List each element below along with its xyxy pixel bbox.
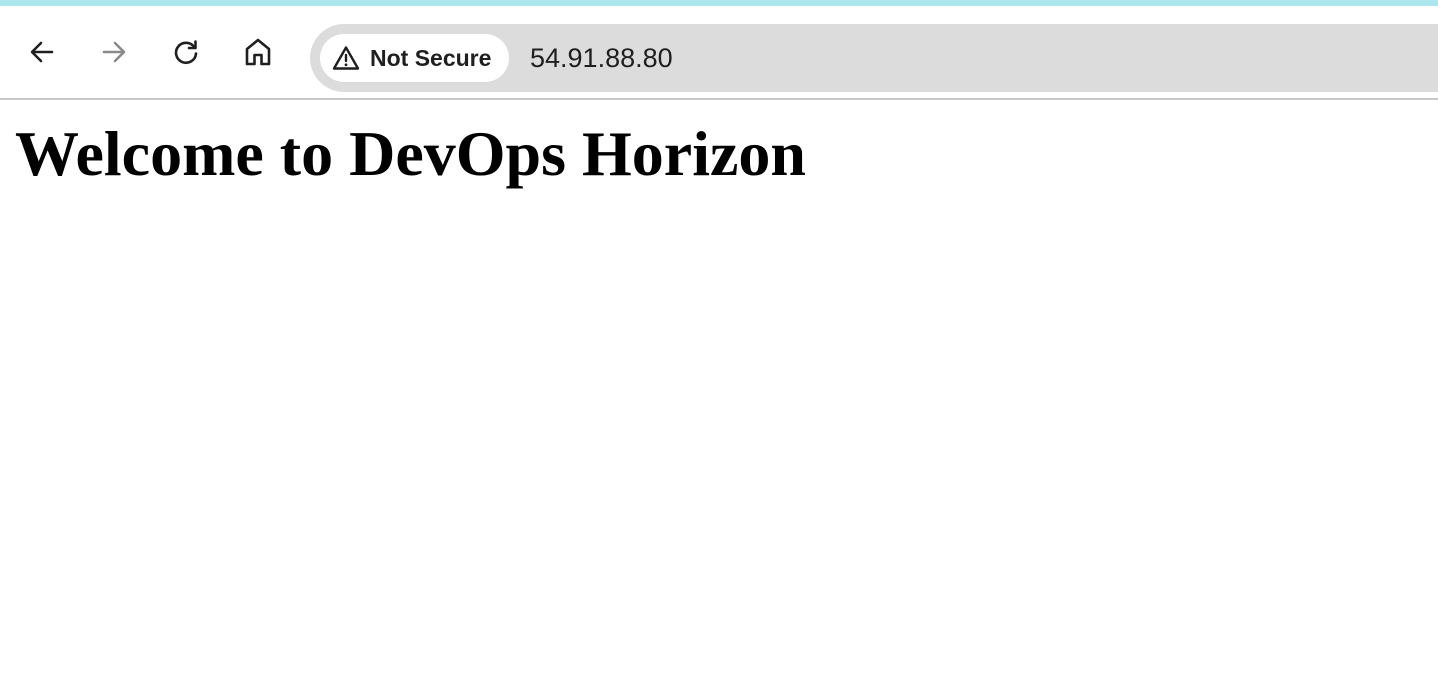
arrow-left-icon (30, 41, 54, 63)
forward-button[interactable] (94, 32, 134, 72)
reload-button[interactable] (166, 32, 206, 72)
address-bar[interactable]: Not Secure 54.91.88.80 (310, 24, 1438, 92)
home-icon (245, 38, 271, 66)
home-button[interactable] (238, 32, 278, 72)
security-label: Not Secure (370, 44, 492, 71)
browser-toolbar: Not Secure 54.91.88.80 (0, 6, 1438, 98)
page-content: Welcome to DevOps Horizon (0, 100, 1438, 688)
page-heading: Welcome to DevOps Horizon (15, 118, 806, 189)
warning-triangle-icon (332, 46, 360, 70)
url-text[interactable]: 54.91.88.80 (530, 24, 673, 92)
arrow-right-icon (102, 41, 126, 63)
reload-icon (174, 40, 198, 65)
back-button[interactable] (22, 32, 62, 72)
security-indicator-chip[interactable]: Not Secure (320, 34, 510, 82)
